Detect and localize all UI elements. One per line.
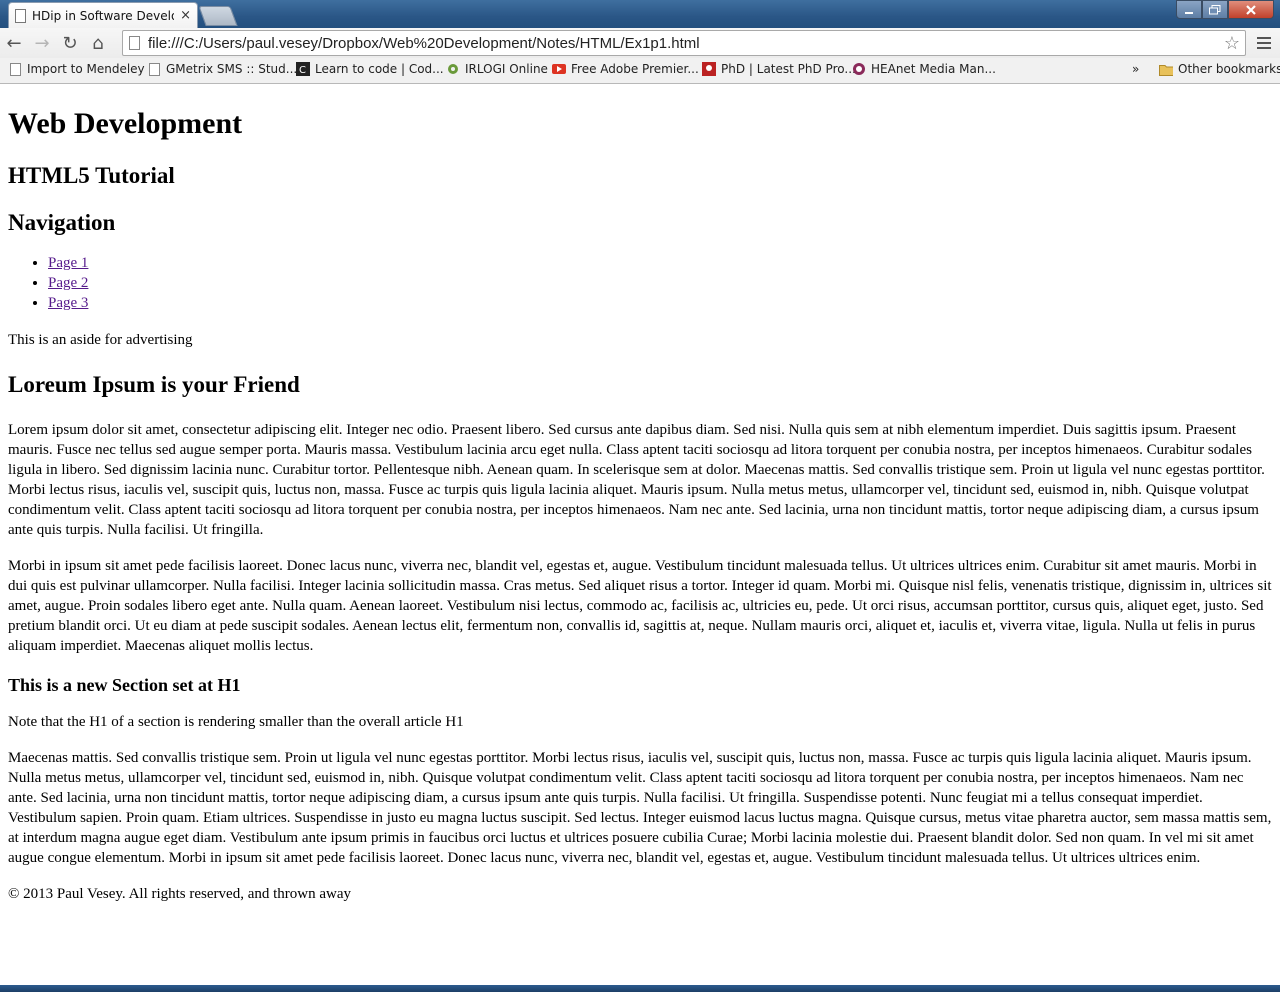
page-content: Web Development HTML5 Tutorial Navigatio… xyxy=(0,85,1280,985)
article-paragraph: Lorem ipsum dolor sit amet, consectetur … xyxy=(8,422,1265,538)
other-bookmarks-label: Other bookmarks xyxy=(1178,62,1280,76)
page-icon xyxy=(147,62,161,76)
bookmark-item[interactable]: HEAnet Media Man... xyxy=(852,62,996,76)
nav-link-page-1[interactable]: Page 1 xyxy=(48,255,88,271)
chrome-menu-button[interactable] xyxy=(1252,30,1276,56)
bookmark-label: Free Adobe Premier... xyxy=(571,62,699,76)
bookmark-item[interactable]: C Learn to code | Cod... xyxy=(296,62,444,76)
bookmark-item[interactable]: GMetrix SMS :: Stud... xyxy=(147,62,297,76)
minimize-button[interactable] xyxy=(1176,0,1202,19)
nav-link-page-2[interactable]: Page 2 xyxy=(48,275,88,291)
bookmark-label: HEAnet Media Man... xyxy=(871,62,996,76)
section-paragraph: Maecenas mattis. Sed convallis tristique… xyxy=(8,750,1272,866)
bookmark-item[interactable]: PhD | Latest PhD Pro... xyxy=(702,62,856,76)
home-button[interactable]: ⌂ xyxy=(84,30,112,56)
tab-title: HDip in Software Develop xyxy=(32,8,175,23)
bookmark-star-icon[interactable]: ☆ xyxy=(1219,33,1245,54)
bookmark-label: GMetrix SMS :: Stud... xyxy=(166,62,298,76)
nav-list-item: Page 2 xyxy=(48,273,1272,293)
bookmark-label: IRLOGI Online xyxy=(465,62,548,76)
bookmark-label: PhD | Latest PhD Pro... xyxy=(721,62,856,76)
maximize-button[interactable] xyxy=(1202,0,1228,19)
article-heading: Loreum Ipsum is your Friend xyxy=(8,372,300,397)
browser-tab[interactable]: HDip in Software Develop × xyxy=(8,2,198,28)
menu-bar xyxy=(1257,37,1271,39)
bookmark-item[interactable]: IRLOGI Online xyxy=(446,62,548,76)
browser-toolbar: ← → ↻ ⌂ file:///C:/Users/paul.vesey/Drop… xyxy=(0,28,1280,58)
section-note: Note that the H1 of a section is renderi… xyxy=(8,714,464,730)
bookmark-item[interactable]: Free Adobe Premier... xyxy=(552,62,699,76)
address-bar[interactable]: file:///C:/Users/paul.vesey/Dropbox/Web%… xyxy=(122,30,1246,56)
bookmark-item[interactable]: Import to Mendeley xyxy=(8,62,145,76)
page-icon xyxy=(129,36,140,50)
os-taskbar xyxy=(0,985,1280,992)
minimize-icon xyxy=(1185,11,1193,14)
menu-bar xyxy=(1257,42,1271,44)
more-bookmarks-chevron-icon[interactable]: » xyxy=(1132,62,1139,76)
home-icon: ⌂ xyxy=(92,32,104,54)
bookmark-label: Import to Mendeley xyxy=(27,62,145,76)
nav-list-item: Page 1 xyxy=(48,253,1272,273)
nav-heading: Navigation xyxy=(8,210,116,235)
nav-list-item: Page 3 xyxy=(48,293,1272,313)
footer-copyright: © 2013 Paul Vesey. All rights reserved, … xyxy=(8,886,352,902)
article-paragraph: Morbi in ipsum sit amet pede facilisis l… xyxy=(8,558,1272,654)
reload-icon: ↻ xyxy=(62,32,78,54)
forward-button[interactable]: → xyxy=(28,30,56,56)
heanet-icon xyxy=(852,62,866,76)
reload-button[interactable]: ↻ xyxy=(56,30,84,56)
close-icon xyxy=(1246,4,1256,15)
url-text[interactable]: file:///C:/Users/paul.vesey/Dropbox/Web%… xyxy=(148,35,1219,52)
page-icon xyxy=(8,62,22,76)
youtube-icon xyxy=(552,62,566,76)
folder-icon xyxy=(1159,62,1173,76)
page-subtitle: HTML5 Tutorial xyxy=(8,163,175,188)
window-titlebar: HDip in Software Develop × xyxy=(0,0,1280,28)
codecademy-icon: C xyxy=(296,62,310,76)
nav-list: Page 1 Page 2 Page 3 xyxy=(8,253,1272,313)
close-window-button[interactable] xyxy=(1228,0,1274,19)
phd-icon xyxy=(702,62,716,76)
back-arrow-icon: ← xyxy=(6,32,22,54)
nav-link-page-3[interactable]: Page 3 xyxy=(48,295,88,311)
restore-icon xyxy=(1209,4,1221,14)
menu-bar xyxy=(1257,47,1271,49)
other-bookmarks-folder[interactable]: Other bookmarks xyxy=(1159,62,1280,76)
gear-icon xyxy=(446,62,460,76)
page-title: Web Development xyxy=(8,107,243,140)
bookmarks-bar: Import to Mendeley GMetrix SMS :: Stud..… xyxy=(0,58,1280,84)
aside-text: This is an aside for advertising xyxy=(8,332,193,348)
svg-text:C: C xyxy=(299,65,306,76)
new-tab-button[interactable] xyxy=(198,6,238,26)
section-heading: This is a new Section set at H1 xyxy=(8,675,241,695)
tab-close-icon[interactable]: × xyxy=(180,8,191,23)
page-icon xyxy=(15,8,26,23)
back-button[interactable]: ← xyxy=(0,30,28,56)
forward-arrow-icon: → xyxy=(34,32,50,54)
bookmark-label: Learn to code | Cod... xyxy=(315,62,444,76)
